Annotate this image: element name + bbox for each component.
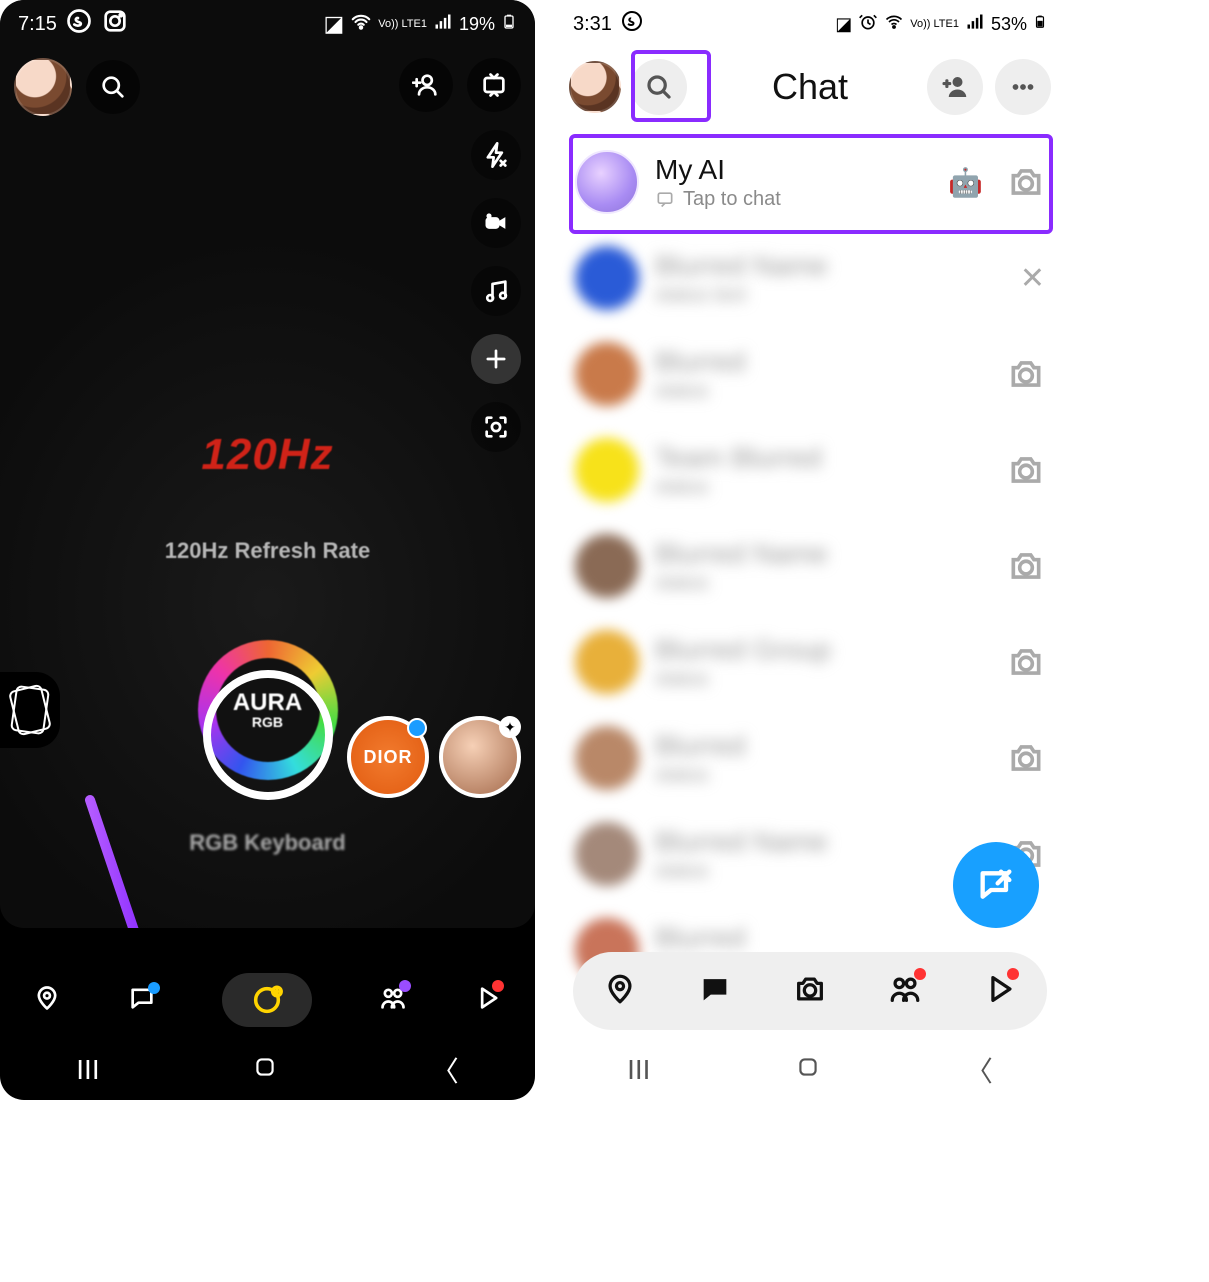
lens-dior-label: DIOR — [364, 747, 413, 768]
page-title: Chat — [772, 66, 848, 108]
map-tab[interactable] — [33, 984, 61, 1017]
home-button[interactable] — [252, 1054, 278, 1087]
avatar-icon — [575, 630, 639, 694]
instagram-icon — [101, 7, 129, 41]
recents-button[interactable]: III — [76, 1054, 99, 1086]
stories-tab[interactable] — [888, 972, 922, 1011]
camera-tab[interactable] — [793, 972, 827, 1011]
camera-icon[interactable] — [1007, 163, 1045, 201]
chat-row-blurred[interactable]: Blurred Namestatus — [555, 518, 1065, 614]
battery-icon — [501, 11, 517, 38]
camera-icon[interactable] — [1007, 643, 1045, 681]
chat-list: My AI Tap to chat 🤖 Blurred Namestatus t… — [555, 134, 1065, 960]
chat-row-blurred[interactable]: Blurred Groupstatus — [555, 614, 1065, 710]
more-button[interactable] — [995, 59, 1051, 115]
scan-button[interactable] — [471, 402, 521, 452]
system-nav: III 〈 — [555, 1040, 1065, 1100]
spotlight-tab[interactable] — [983, 972, 1017, 1011]
battery-saver-icon: ◪ — [835, 14, 852, 35]
search-button[interactable] — [631, 59, 687, 115]
chat-name: My AI — [655, 154, 932, 186]
status-bar: 3:31 ◪ Vo)) LTE1 53% — [555, 0, 1065, 48]
add-friend-button[interactable] — [927, 59, 983, 115]
chat-row-blurred[interactable]: Blurredstatus — [555, 710, 1065, 806]
myai-avatar — [575, 150, 639, 214]
lens-dior[interactable]: DIOR — [347, 716, 429, 798]
system-nav: III 〈 — [0, 1040, 535, 1100]
back-button[interactable]: 〈 — [431, 1050, 459, 1090]
camera-subject-text: 120Hz 120Hz Refresh Rate — [165, 430, 370, 564]
rgb-kb-label: RGB Keyboard — [189, 830, 345, 856]
spotlight-tab[interactable] — [474, 984, 502, 1017]
battery-percent: 53% — [991, 14, 1027, 35]
chat-row-blurred[interactable]: Team Blurredstatus — [555, 422, 1065, 518]
flip-camera-button[interactable] — [467, 58, 521, 112]
battery-icon — [1033, 12, 1047, 37]
avatar-icon — [575, 438, 639, 502]
signal-icon — [965, 12, 985, 37]
profile-avatar[interactable] — [569, 61, 621, 113]
bottom-nav — [573, 952, 1047, 1030]
more-tools-button[interactable] — [471, 334, 521, 384]
chat-tab-active[interactable] — [698, 972, 732, 1011]
chat-row-myai[interactable]: My AI Tap to chat 🤖 — [555, 134, 1065, 230]
recents-button[interactable]: III — [627, 1054, 650, 1086]
status-time: 3:31 — [573, 13, 612, 36]
music-button[interactable] — [471, 266, 521, 316]
avatar-icon — [575, 246, 639, 310]
battery-saver-icon: ◪ — [323, 11, 344, 37]
camera-icon[interactable] — [1007, 739, 1045, 777]
camera-screen: 7:15 ◪ Vo)) LTE1 19% — [0, 0, 535, 1100]
status-bar: 7:15 ◪ Vo)) LTE1 19% — [0, 0, 535, 48]
volte-label: Vo)) LTE1 — [378, 19, 427, 30]
refresh-label: 120Hz Refresh Rate — [165, 538, 370, 564]
compose-fab[interactable] — [953, 842, 1039, 928]
lens-face[interactable] — [439, 716, 521, 798]
chat-header: Chat — [555, 48, 1065, 126]
flash-button[interactable] — [471, 130, 521, 180]
camera-viewport: 7:15 ◪ Vo)) LTE1 19% — [0, 0, 535, 928]
dual-video-button[interactable] — [471, 198, 521, 248]
whatsapp-icon — [620, 9, 644, 39]
profile-avatar[interactable] — [14, 58, 72, 116]
chat-row-blurred[interactable]: Blurred Namestatus text ✕ — [555, 230, 1065, 326]
wifi-icon — [350, 11, 372, 38]
camera-icon[interactable] — [1007, 547, 1045, 585]
camera-icon[interactable] — [1007, 355, 1045, 393]
avatar-icon — [575, 822, 639, 886]
volte-label: Vo)) LTE1 — [910, 19, 959, 30]
close-icon[interactable]: ✕ — [1020, 261, 1045, 296]
shutter-button[interactable] — [203, 670, 333, 800]
avatar-icon — [575, 534, 639, 598]
add-friend-button[interactable] — [399, 58, 453, 112]
stories-tab[interactable] — [379, 984, 407, 1017]
map-tab[interactable] — [603, 972, 637, 1011]
chat-subtitle: Tap to chat — [683, 188, 781, 211]
bottom-nav — [0, 960, 535, 1040]
signal-icon — [433, 12, 453, 37]
wifi-icon — [884, 12, 904, 37]
memories-button[interactable] — [0, 672, 60, 748]
camera-tab[interactable] — [222, 973, 312, 1027]
camera-icon[interactable] — [1007, 451, 1045, 489]
annotation-arrow — [70, 790, 170, 928]
avatar-icon — [575, 342, 639, 406]
home-button[interactable] — [795, 1054, 821, 1087]
chat-screen: 3:31 ◪ Vo)) LTE1 53% Chat — [555, 0, 1065, 1100]
avatar-icon — [575, 726, 639, 790]
chat-row-blurred[interactable]: Blurredstatus — [555, 326, 1065, 422]
camera-tools — [471, 130, 521, 452]
robot-emoji: 🤖 — [948, 166, 983, 199]
status-time: 7:15 — [18, 13, 57, 36]
chat-tab[interactable] — [128, 984, 156, 1017]
search-button[interactable] — [86, 60, 140, 114]
hz-label: 120Hz — [165, 430, 370, 480]
battery-percent: 19% — [459, 14, 495, 35]
whatsapp-icon — [65, 7, 93, 41]
back-button[interactable]: 〈 — [965, 1050, 993, 1090]
alarm-icon — [858, 12, 878, 37]
